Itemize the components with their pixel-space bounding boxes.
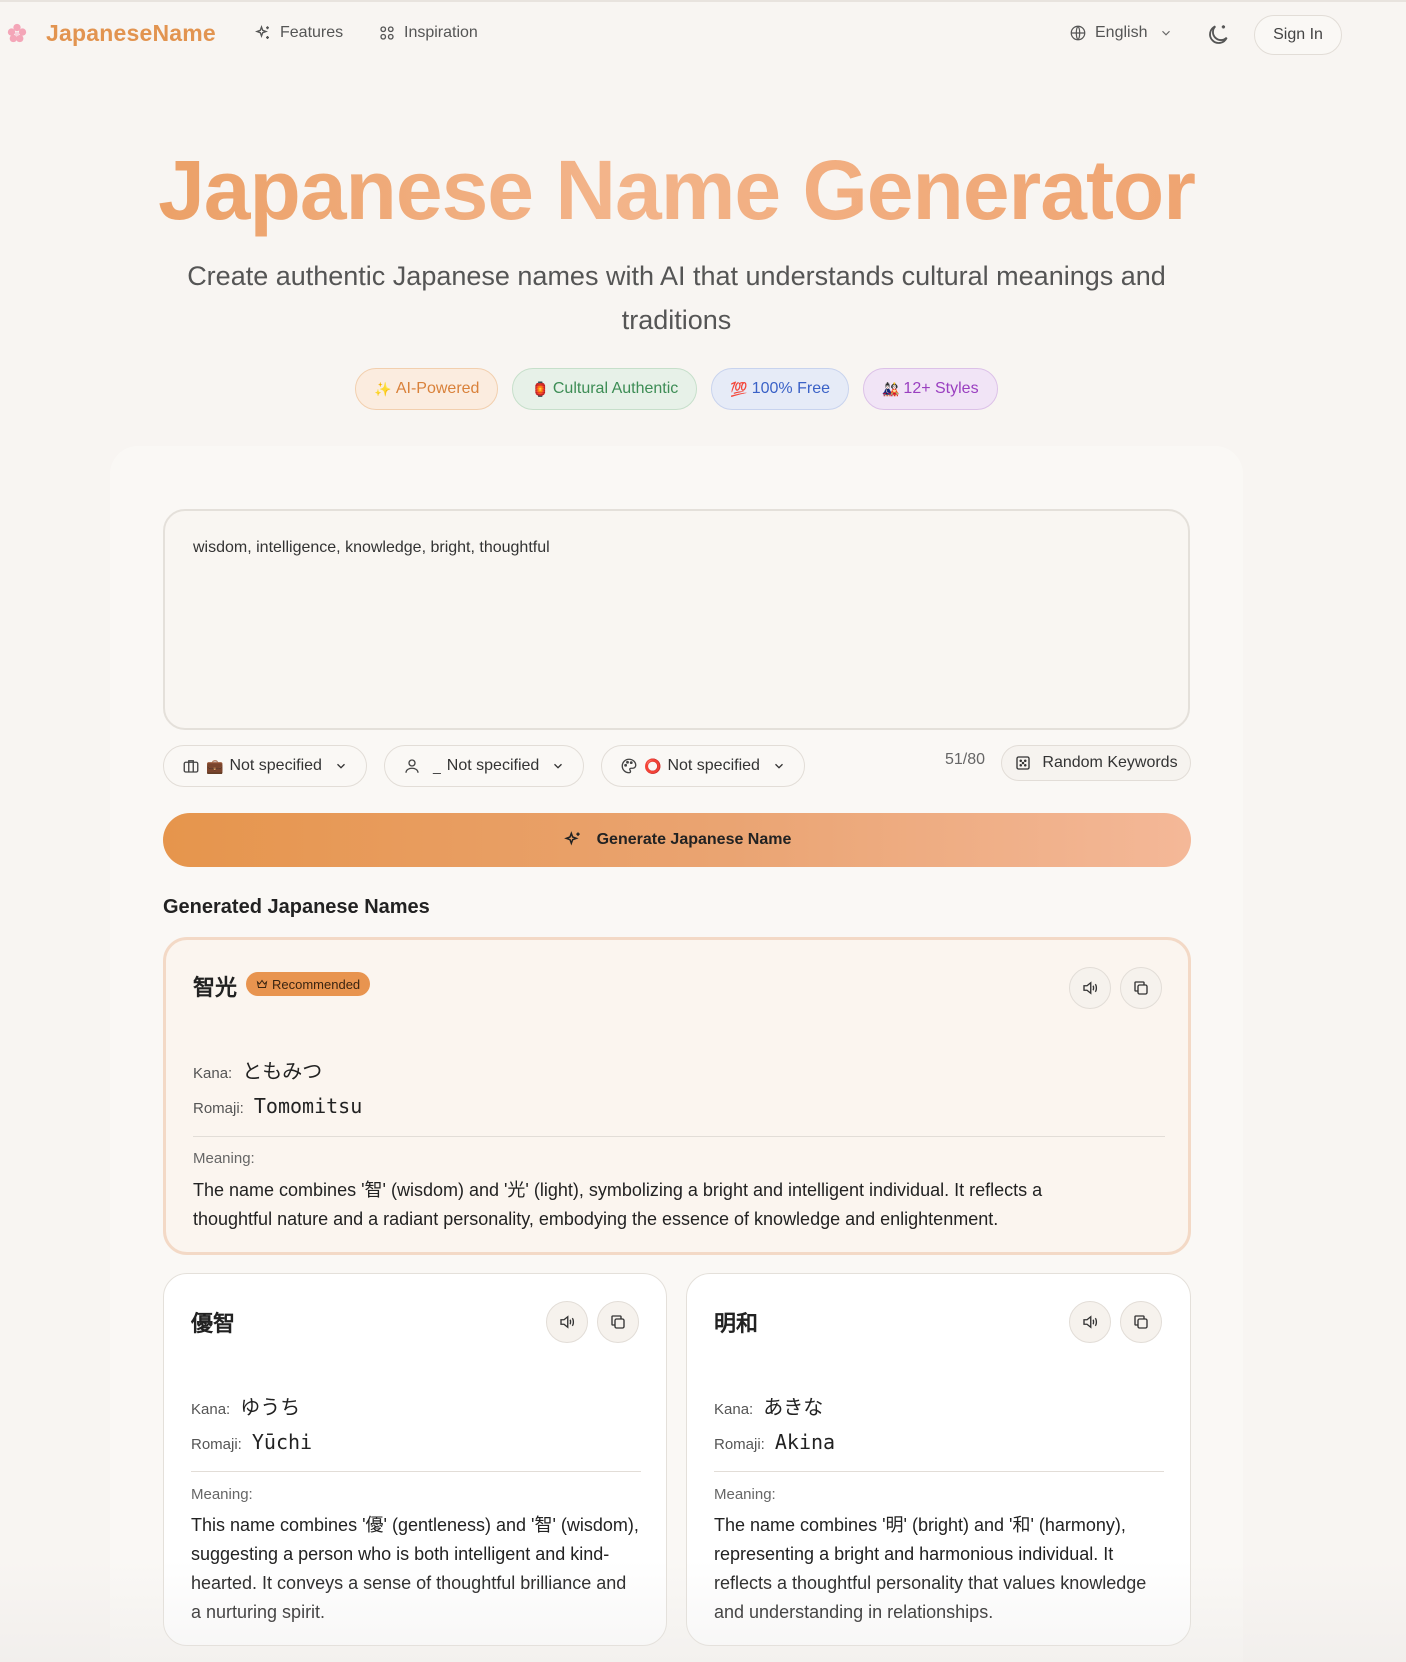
chevron-down-icon: [774, 763, 783, 769]
generate-label: Generate Japanese Name: [596, 831, 792, 848]
meaning-label: Meaning:: [714, 1486, 776, 1503]
occupation-select[interactable]: 💼 Not specified: [163, 745, 367, 787]
name-meaning: The name combines '智' (wisdom) and '光' (…: [193, 1180, 1043, 1229]
generate-button[interactable]: Generate Japanese Name: [163, 813, 1191, 867]
name-kanji: 優智: [191, 1311, 236, 1336]
nav-features-label: Features: [280, 24, 344, 41]
speaker-icon: [1083, 1315, 1098, 1329]
random-keywords-button[interactable]: Random Keywords: [1001, 745, 1191, 781]
name-kana: あきな: [763, 1397, 824, 1419]
name-card: 明和 Kana: あきな Romaji: Akina Meaning: The …: [686, 1273, 1191, 1646]
language-selector[interactable]: English: [1069, 24, 1173, 42]
name-kanji: 明和: [714, 1311, 759, 1336]
random-keywords-label: Random Keywords: [1042, 754, 1178, 771]
speaker-icon: [1083, 981, 1098, 995]
kana-row: Kana: あきな: [714, 1391, 823, 1420]
romaji-row: Romaji: Akina: [714, 1430, 836, 1454]
gender-select[interactable]: _ Not specified: [384, 745, 585, 787]
meaning-label: Meaning:: [193, 1150, 255, 1167]
name-romaji: Akina: [774, 1430, 836, 1454]
divider: [191, 1471, 641, 1472]
sparkles-icon: [255, 25, 269, 39]
name-romaji: Tomomitsu: [253, 1094, 363, 1118]
nav-inspiration[interactable]: Inspiration: [378, 24, 478, 42]
occupation-value: Not specified: [229, 757, 322, 774]
copy-button[interactable]: [597, 1301, 639, 1343]
chevron-down-icon: [336, 763, 345, 769]
name-card-recommended: 智光 Recommended Kana: ともみつ Romaji: Tomomi…: [163, 937, 1191, 1255]
style-value: Not specified: [667, 757, 760, 774]
page-title: Japanese Name Generator: [0, 140, 1353, 240]
grid-icon: [380, 26, 394, 40]
meaning-label: Meaning:: [191, 1486, 253, 1503]
kana-row: Kana: ゆうち: [191, 1391, 300, 1420]
copy-icon: [1134, 1315, 1148, 1329]
divider: [714, 1471, 1164, 1472]
gender-value: Not specified: [446, 757, 540, 774]
sparkles-icon: [563, 831, 580, 846]
style-select[interactable]: ⭕ Not specified: [601, 745, 805, 787]
speak-button[interactable]: [1069, 1301, 1111, 1343]
badge-ai-powered: ✨ AI-Powered: [355, 368, 499, 410]
name-meaning: This name combines '優' (gentleness) and …: [191, 1515, 639, 1622]
copy-button[interactable]: [1120, 967, 1162, 1009]
results-title: Generated Japanese Names: [163, 896, 430, 918]
badge-styles: 🎎 12+ Styles: [862, 368, 998, 410]
name-romaji: Yūchi: [251, 1430, 313, 1454]
user-icon: [405, 759, 419, 773]
sign-in-button[interactable]: Sign In: [1254, 15, 1342, 55]
badge-cultural-authentic: 🏮 Cultural Authentic: [512, 368, 698, 410]
chevron-down-icon: [1162, 30, 1171, 36]
copy-icon: [1134, 981, 1148, 995]
speaker-icon: [560, 1315, 575, 1329]
recommended-badge: Recommended: [246, 972, 371, 996]
moon-icon[interactable]: [1205, 22, 1231, 48]
brand-logo[interactable]: JapaneseName: [46, 20, 216, 47]
language-label: English: [1095, 24, 1148, 41]
globe-icon: [1070, 25, 1086, 41]
character-counter: 51/80: [945, 751, 986, 768]
name-card: 優智 Kana: ゆうち Romaji: Yūchi Meaning: This…: [163, 1273, 667, 1646]
romaji-row: Romaji: Yūchi: [191, 1430, 313, 1454]
top-nav: JapaneseName Features Inspiration Englis…: [0, 0, 1406, 68]
speak-button[interactable]: [1069, 967, 1111, 1009]
copy-button[interactable]: [1120, 1301, 1162, 1343]
name-kana: ともみつ: [242, 1061, 323, 1083]
palette-icon: [621, 758, 637, 774]
chevron-down-icon: [554, 763, 563, 769]
copy-icon: [611, 1315, 625, 1329]
badge-free: 💯 100% Free: [711, 368, 849, 410]
name-meaning: The name combines '明' (bright) and '和' (…: [714, 1515, 1147, 1622]
nav-features[interactable]: Features: [254, 24, 343, 42]
nav-inspiration-label: Inspiration: [404, 24, 478, 41]
speak-button[interactable]: [546, 1301, 588, 1343]
sakura-logo-icon: [7, 23, 27, 43]
romaji-row: Romaji: Tomomitsu: [193, 1094, 363, 1118]
dice-icon: [1016, 756, 1031, 770]
kana-row: Kana: ともみつ: [193, 1055, 322, 1084]
feature-badges: ✨ AI-Powered 🏮 Cultural Authentic 💯 100%…: [0, 368, 1353, 410]
divider: [193, 1136, 1165, 1137]
crown-icon: [256, 979, 268, 988]
name-kanji: 智光: [193, 975, 238, 1000]
name-kana: ゆうち: [240, 1397, 301, 1419]
briefcase-icon: [183, 760, 199, 773]
keywords-input[interactable]: wisdom, intelligence, knowledge, bright,…: [163, 509, 1190, 730]
page-subtitle: Create authentic Japanese names with AI …: [187, 261, 1166, 335]
